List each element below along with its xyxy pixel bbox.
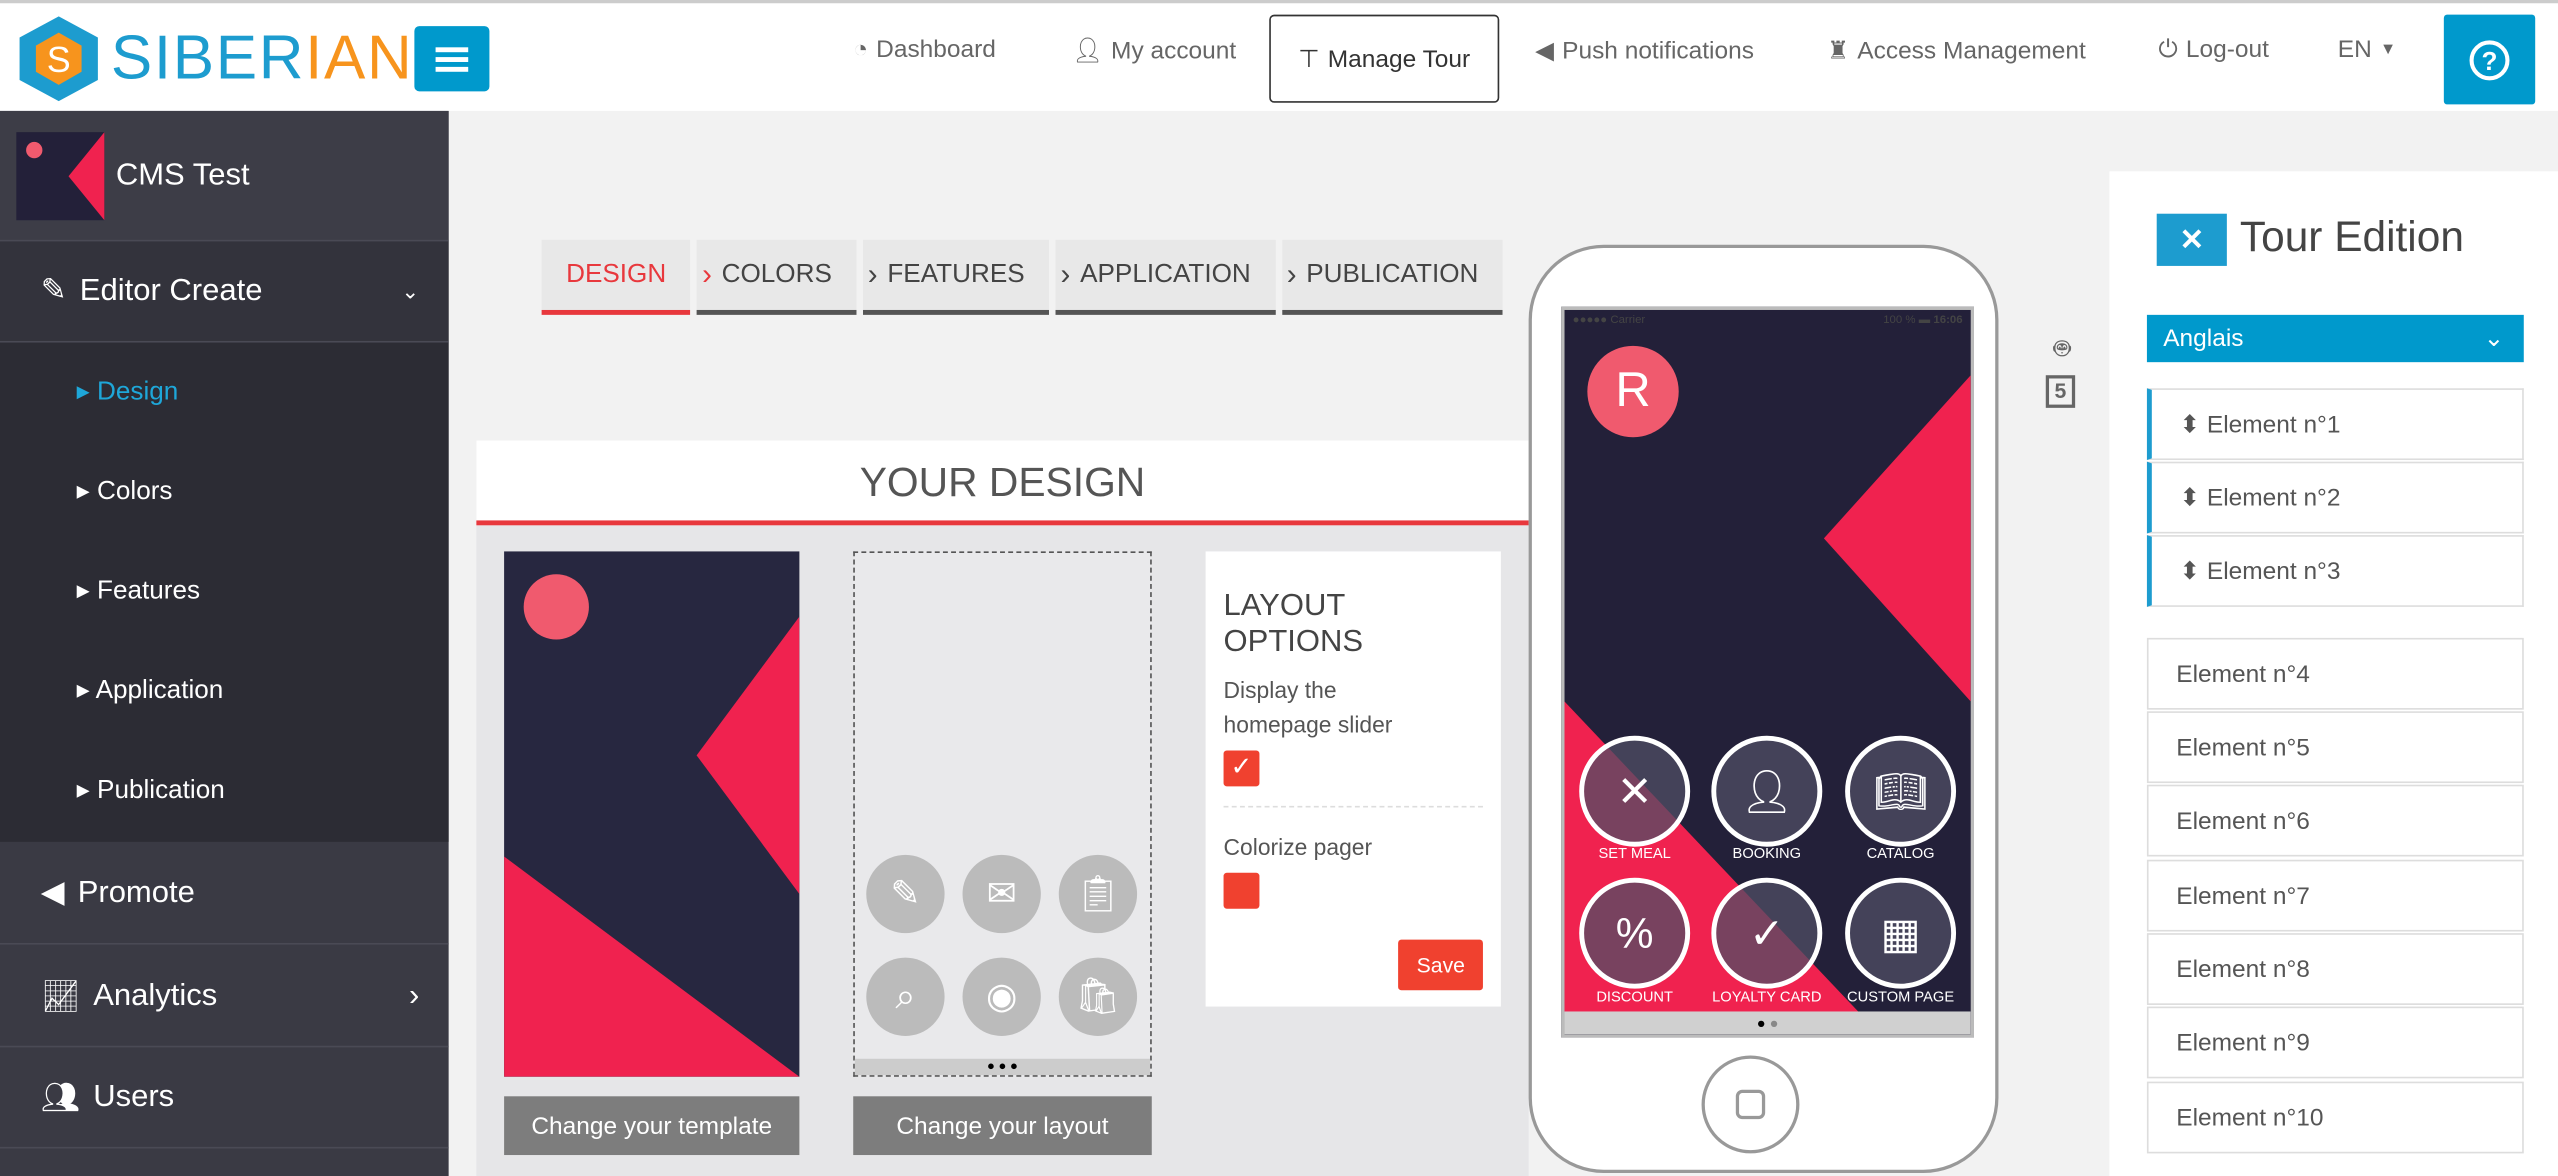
chevron-right-icon: ›: [1286, 257, 1297, 291]
change-layout-button[interactable]: Change your layout: [853, 1096, 1152, 1156]
svg-text:?: ?: [2482, 45, 2498, 75]
power-icon: ⏻: [2158, 35, 2178, 64]
chevron-right-icon: ›: [1060, 257, 1071, 291]
android-icon[interactable]: 🤖︎: [2046, 330, 2079, 369]
tour-element[interactable]: Element n°6: [2146, 784, 2524, 857]
caret-down-icon: ▼: [2379, 40, 2397, 59]
tab-colors[interactable]: COLORS ›: [697, 239, 878, 315]
sidebar-editor-create[interactable]: ✎ Editor Create ⌄: [0, 241, 449, 343]
feature-catalog-icon: 📖︎: [1845, 735, 1957, 847]
sidebar-item-features[interactable]: ▸ Features: [77, 574, 200, 607]
tab-design[interactable]: DESIGN ›: [541, 239, 712, 315]
nav-dashboard[interactable]: ◔ Dashboard: [853, 36, 996, 64]
sidebar-item-analytics[interactable]: 📈︎ Analytics ›: [0, 946, 449, 1048]
logo-icon: S: [19, 16, 98, 102]
app-thumbnail: [16, 131, 105, 220]
sidebar-item-design[interactable]: ▸ Design: [77, 375, 179, 408]
tour-element[interactable]: ⬍ Element n°1: [2146, 388, 2524, 461]
line-chart-icon: 📈︎: [40, 979, 81, 1014]
language-dropdown[interactable]: EN ▼: [2338, 36, 2396, 64]
user-icon: 👤︎: [1071, 37, 1103, 66]
close-tour-button[interactable]: ✕: [2156, 213, 2227, 266]
change-template-button[interactable]: Change your template: [504, 1096, 800, 1156]
homepage-slider-checkbox[interactable]: ✓: [1223, 750, 1260, 787]
sidebar-item-publication[interactable]: ▸ Publication: [77, 773, 225, 806]
chevron-right-icon: ›: [408, 978, 420, 1013]
nav-push-notifications[interactable]: ◀ Push notifications: [1535, 36, 1754, 66]
question-icon: ?: [2469, 39, 2510, 80]
template-preview[interactable]: [504, 551, 800, 1077]
chevron-right-icon: ›: [867, 257, 878, 291]
html5-icon[interactable]: 5: [2045, 375, 2076, 408]
siberian-logo[interactable]: S SIBERIAN: [16, 13, 413, 104]
bullhorn-icon: ◀: [40, 876, 65, 911]
nav-logout[interactable]: ⏻ Log-out: [2158, 36, 2269, 64]
nav-manage-tour[interactable]: ⊤ Manage Tour: [1269, 14, 1500, 103]
menu-toggle-button[interactable]: [414, 26, 490, 92]
pencil-icon: ✎: [40, 274, 67, 309]
tour-element[interactable]: Element n°5: [2146, 711, 2524, 784]
feature-custom-page-icon: ▦: [1845, 877, 1957, 989]
tour-element[interactable]: Element n°9: [2146, 1006, 2524, 1079]
bullhorn-icon: ◀: [1535, 37, 1554, 66]
sidebar-item-promote[interactable]: ◀ Promote: [0, 843, 449, 945]
layout-options: LAYOUT OPTIONS Display the homepage slid…: [1205, 551, 1501, 1007]
sidebar-item-colors[interactable]: ▸ Colors: [77, 475, 173, 508]
binoculars-icon: ♜: [1827, 37, 1850, 66]
tour-element[interactable]: Element n°4: [2146, 637, 2524, 710]
chevron-right-icon: ›: [702, 257, 712, 291]
nav-access-management[interactable]: ♜ Access Management: [1827, 36, 2086, 66]
top-bar: S SIBERIAN ◔ Dashboard 👤︎ My account ⊤ Mana…: [0, 0, 2558, 111]
feature-discount-icon: %: [1579, 877, 1691, 989]
tour-element[interactable]: ⬍ Element n°3: [2146, 535, 2524, 607]
dashboard-icon: ◔: [853, 35, 869, 64]
signpost-icon: ⊤: [1298, 45, 1320, 74]
sidebar: CMS Test ✎ Editor Create ⌄ ▸ Design ▸ Colo…: [0, 110, 449, 1176]
chevron-down-icon: ⌄: [2483, 324, 2505, 353]
tour-element[interactable]: Element n°8: [2146, 933, 2524, 1005]
feature-loyalty-card-icon: ✓: [1711, 877, 1823, 989]
chevron-down-icon: ⌄: [401, 278, 420, 303]
sidebar-item-application[interactable]: ▸ Application: [77, 674, 224, 707]
sidebar-item-users[interactable]: 👥︎ Users: [0, 1047, 449, 1149]
feature-set-meal-icon: ✕: [1579, 735, 1691, 847]
panel-title: YOUR DESIGN: [476, 440, 1529, 526]
design-panel: YOUR DESIGN Change your template ✎ ✉ 📋︎ ⌕ ◉…: [476, 440, 1529, 1176]
step-tabs: DESIGN › COLORS › FEATURES › APPLICATION › P…: [541, 239, 1510, 315]
feature-booking-icon: 👤︎: [1711, 735, 1823, 847]
home-button: [1701, 1055, 1800, 1154]
layout-preview[interactable]: ✎ ✉ 📋︎ ⌕ ◉ 🛍︎ ● ● ●: [853, 551, 1152, 1077]
users-icon: 👥︎: [40, 1080, 81, 1116]
app-header[interactable]: CMS Test: [0, 110, 449, 242]
tour-edition-panel: ✕ Tour Edition Anglais ⌄ ⬍ Element n°1 ⬍ …: [2109, 171, 2558, 1176]
svg-text:S: S: [47, 40, 71, 80]
sidebar-submenu: ▸ Design ▸ Colors ▸ Features ▸ Applicati…: [0, 342, 449, 842]
tab-features[interactable]: FEATURES ›: [862, 239, 1070, 315]
tour-element[interactable]: Element n°10: [2146, 1081, 2524, 1154]
pager: ● ●: [1564, 1011, 1971, 1035]
nav-my-account[interactable]: 👤︎ My account: [1071, 36, 1236, 66]
app-logo-icon: R: [1587, 345, 1679, 438]
tour-element[interactable]: Element n°7: [2146, 859, 2524, 932]
save-button[interactable]: Save: [1398, 939, 1483, 991]
tab-application[interactable]: APPLICATION ›: [1055, 239, 1296, 315]
tour-element[interactable]: ⬍ Element n°2: [2146, 461, 2524, 534]
colorize-pager-checkbox[interactable]: [1223, 872, 1260, 909]
language-select[interactable]: Anglais ⌄: [2146, 314, 2524, 363]
help-button[interactable]: ?: [2443, 14, 2536, 105]
phone-screen-preview: ●●●●● Carrier 100 % ▬ 16:06 R ✕ SET MEAL 👤…: [1561, 306, 1974, 1038]
tab-publication[interactable]: PUBLICATION: [1281, 239, 1503, 315]
